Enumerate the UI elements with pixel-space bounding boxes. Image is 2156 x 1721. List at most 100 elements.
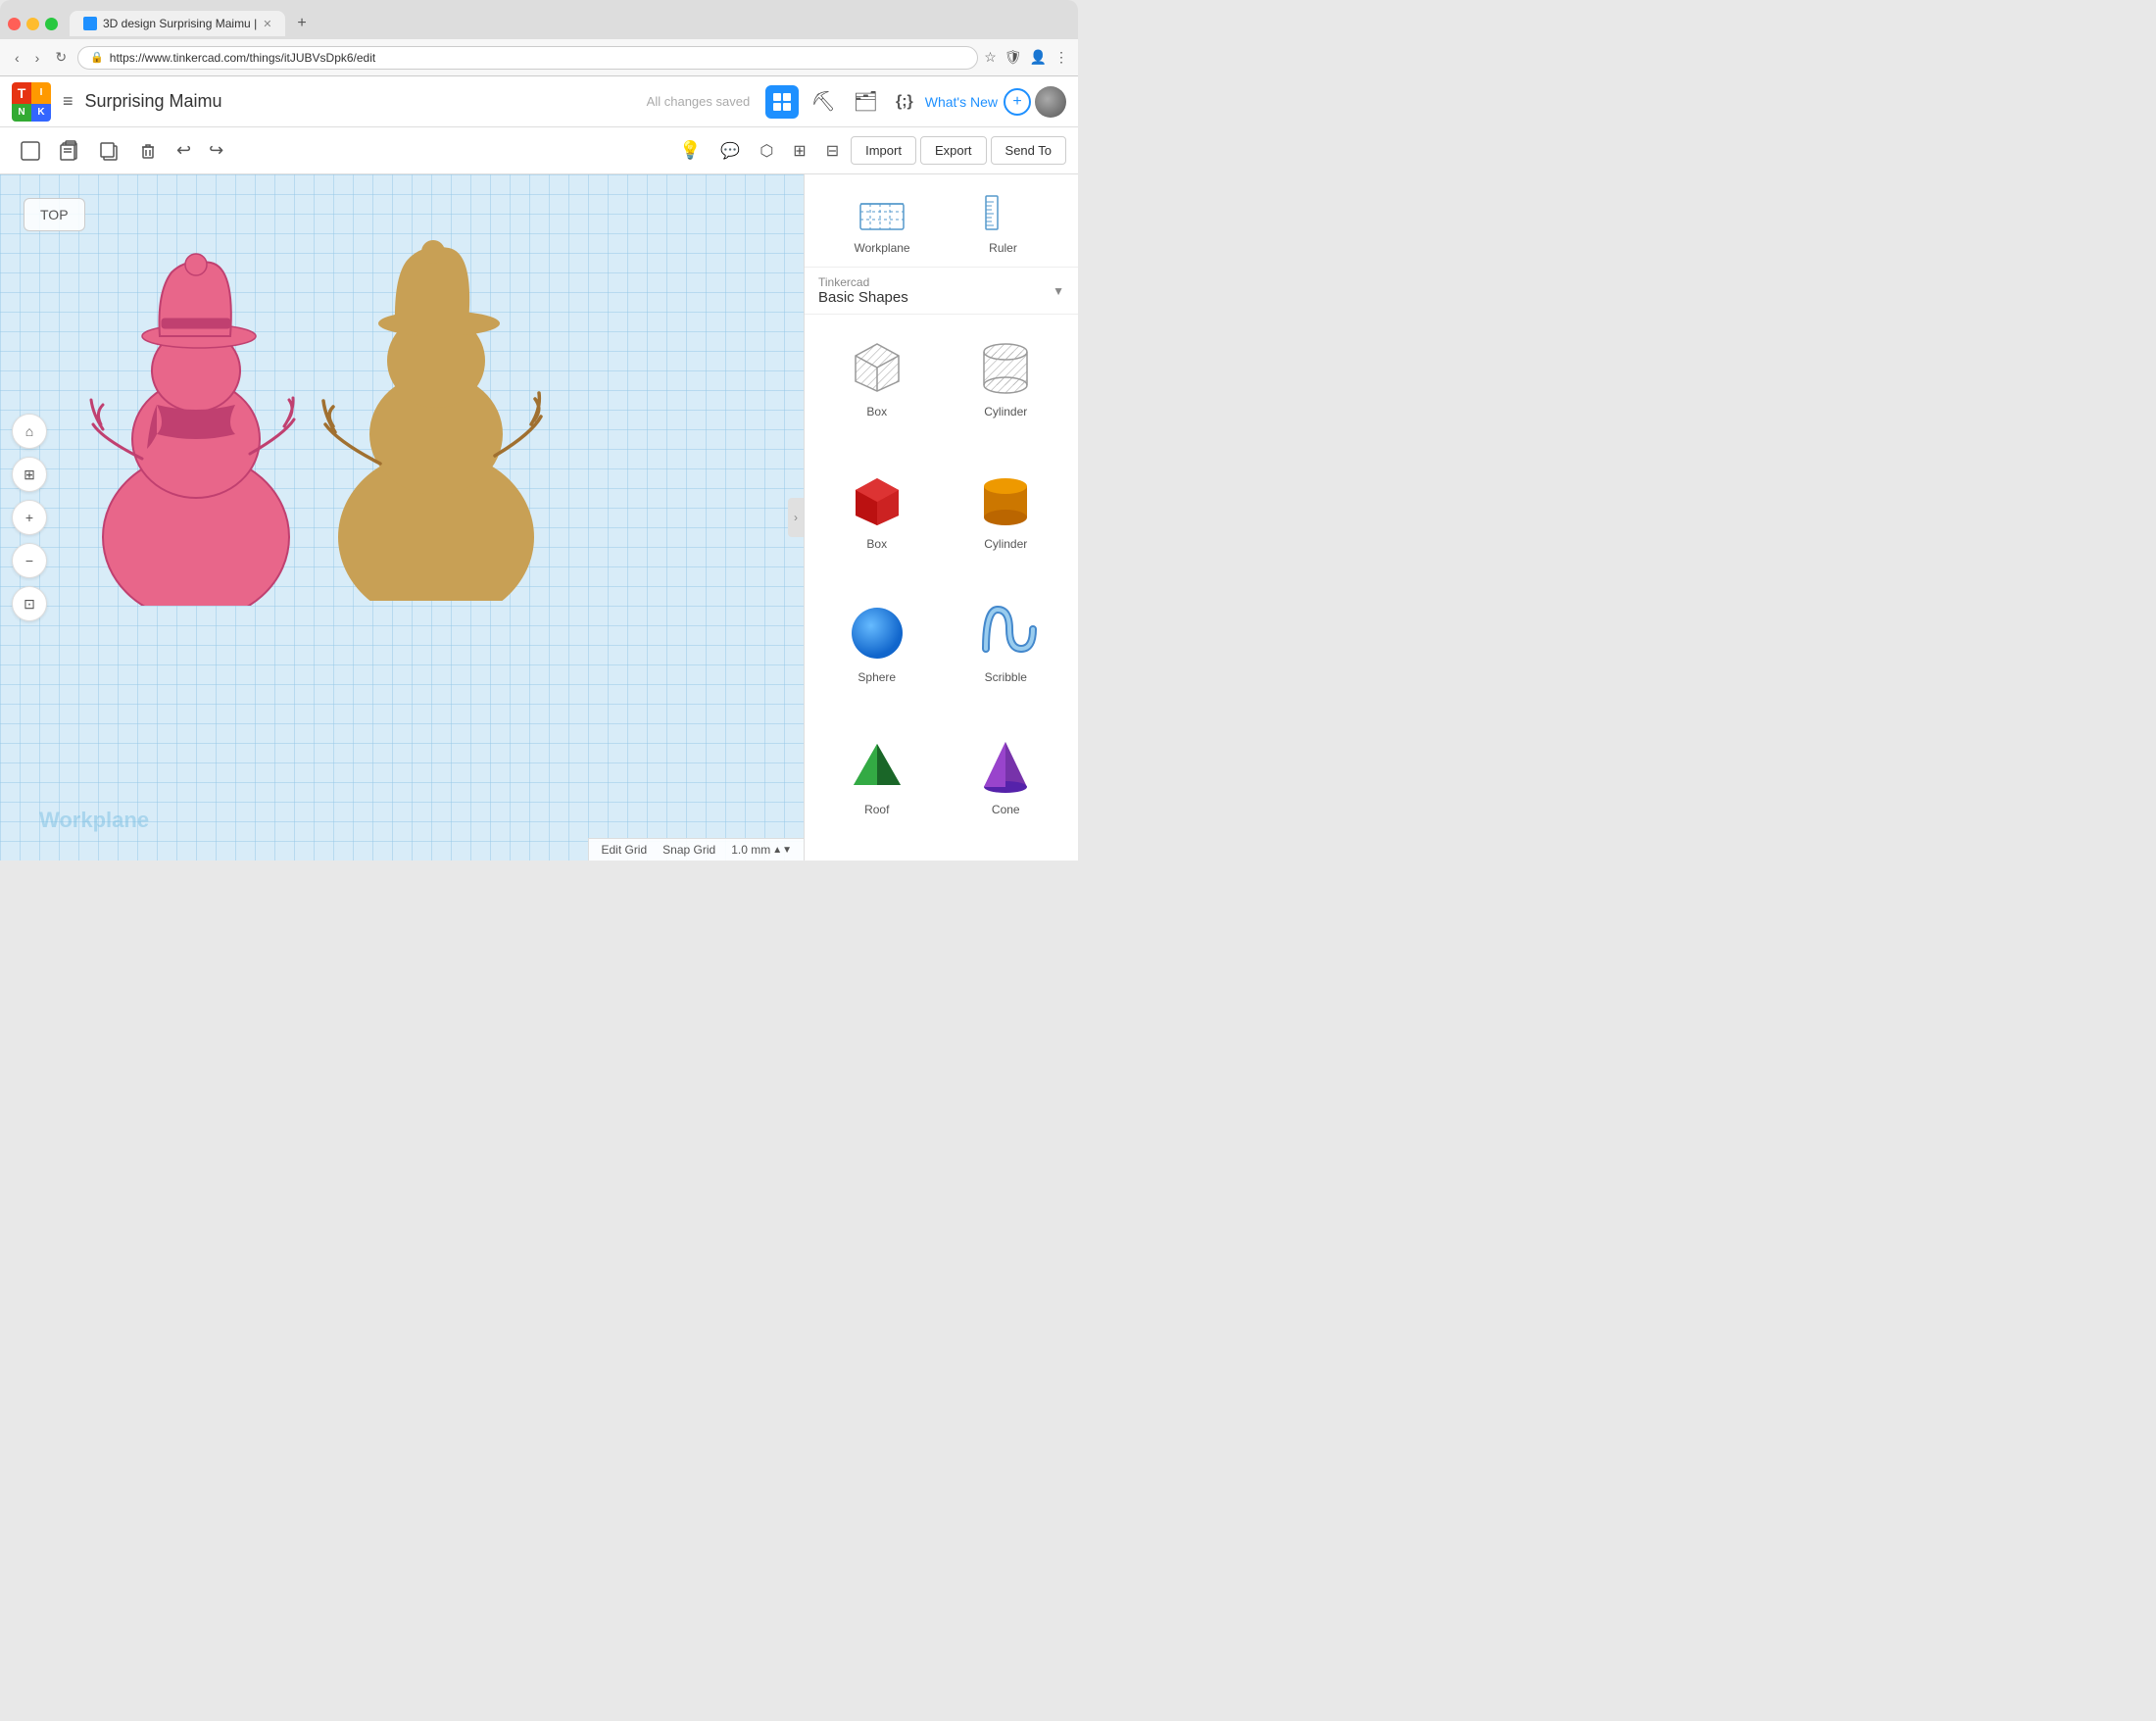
tab-title: 3D design Surprising Maimu | (103, 17, 257, 30)
shape-button[interactable]: ⬡ (752, 135, 781, 167)
shape-label-roof: Roof (864, 803, 889, 816)
zoom-out-button[interactable]: − (12, 543, 47, 578)
lock-icon: 🔒 (90, 51, 104, 64)
fullscreen-window-button[interactable] (45, 18, 58, 30)
snap-grid-value: 1.0 mm ▲▼ (731, 843, 792, 857)
menu-icon[interactable]: ⋮ (1054, 49, 1068, 66)
shape-icon-box-wire (844, 334, 910, 401)
address-bar[interactable]: 🔒 https://www.tinkercad.com/things/itJUB… (77, 46, 978, 70)
workplane-watermark: Workplane (39, 808, 149, 833)
shape-label-cylinder-orange: Cylinder (984, 537, 1027, 551)
send-to-button[interactable]: Send To (991, 136, 1066, 165)
browser-toolbar: ‹ › ↻ 🔒 https://www.tinkercad.com/things… (0, 39, 1078, 76)
snap-grid-arrows[interactable]: ▲▼ (772, 845, 792, 856)
reload-button[interactable]: ↻ (50, 47, 72, 68)
canvas-area[interactable]: TOP ⌂ ⊞ + − ⊡ (0, 174, 804, 860)
extensions-icon[interactable]: 🛡 (1004, 49, 1022, 66)
logo-t: T (12, 82, 31, 105)
save-status: All changes saved (647, 94, 751, 109)
shape-item-box-wire[interactable]: Box (816, 326, 938, 451)
delete-button[interactable] (129, 134, 167, 168)
align-button[interactable]: ⊞ (785, 135, 813, 167)
new-object-button[interactable] (12, 134, 49, 168)
snowman-gold[interactable] (314, 228, 559, 601)
ruler-tool[interactable]: Ruler (978, 186, 1029, 255)
main-area: TOP ⌂ ⊞ + − ⊡ (0, 174, 1078, 860)
shape-item-cylinder-orange[interactable]: Cylinder (946, 459, 1067, 583)
bookmark-icon[interactable]: ☆ (984, 49, 997, 66)
edit-view-button[interactable]: ⛏ (805, 83, 841, 120)
shape-label-box-wire: Box (866, 405, 887, 418)
browser-actions: ☆ 🛡 👤 ⋮ (984, 49, 1068, 66)
category-name: Basic Shapes (818, 289, 908, 306)
forward-button[interactable]: › (30, 48, 45, 68)
library-button[interactable]: 🗂 (848, 83, 884, 120)
shape-item-scribble[interactable]: Scribble (946, 592, 1067, 716)
shape-item-roof-green[interactable]: Roof (816, 724, 938, 849)
whats-new-button[interactable]: What's New (925, 94, 998, 110)
minimize-window-button[interactable] (26, 18, 39, 30)
shape-label-cone: Cone (992, 803, 1020, 816)
paste-button[interactable] (51, 134, 88, 168)
fit-view-button[interactable]: ⊞ (12, 457, 47, 492)
comment-button[interactable]: 💬 (712, 135, 748, 167)
profile-icon[interactable]: 👤 (1030, 49, 1047, 66)
browser-tabs: 3D design Surprising Maimu | ✕ + (0, 0, 1078, 39)
left-controls: ⌂ ⊞ + − ⊡ (12, 414, 47, 621)
ruler-label: Ruler (989, 241, 1017, 255)
panel-collapse-handle[interactable]: › (788, 498, 804, 537)
shape-item-cylinder-wire[interactable]: Cylinder (946, 326, 1067, 451)
grid-view-button[interactable] (765, 85, 799, 119)
tab-favicon (83, 17, 97, 30)
export-button[interactable]: Export (920, 136, 987, 165)
tinkercad-logo: T I N K (12, 82, 51, 122)
shape-item-box-red[interactable]: Box (816, 459, 938, 583)
shapes-grid: Box (805, 315, 1078, 860)
logo-i: I (31, 82, 51, 105)
import-button[interactable]: Import (851, 136, 916, 165)
ruler-icon (978, 186, 1029, 237)
close-window-button[interactable] (8, 18, 21, 30)
snap-grid-label: Snap Grid (662, 843, 715, 857)
light-button[interactable]: 💡 (671, 134, 709, 167)
user-actions: + (1004, 86, 1066, 118)
edit-grid-button[interactable]: Edit Grid (601, 843, 647, 857)
panel-category[interactable]: Tinkercad Basic Shapes ▼ (805, 268, 1078, 315)
zoom-in-button[interactable]: + (12, 500, 47, 535)
code-button[interactable]: {;} (890, 87, 919, 117)
redo-button[interactable]: ↪ (201, 134, 231, 167)
undo-button[interactable]: ↩ (169, 134, 199, 167)
logo-n: N (12, 104, 31, 122)
shape-item-sphere-blue[interactable]: Sphere (816, 592, 938, 716)
view-label: TOP (24, 198, 85, 231)
perspective-button[interactable]: ⊡ (12, 586, 47, 621)
shape-icon-cone-purple (972, 732, 1039, 799)
shape-icon-box-red (844, 467, 910, 533)
category-dropdown-icon[interactable]: ▼ (1053, 284, 1064, 298)
add-user-button[interactable]: + (1004, 88, 1031, 116)
mirror-button[interactable]: ⊟ (818, 135, 847, 167)
user-avatar[interactable] (1035, 86, 1066, 118)
toolbar: ↩ ↪ 💡 💬 ⬡ ⊞ ⊟ Import Export Send To (0, 127, 1078, 174)
shape-icon-sphere-blue (844, 600, 910, 666)
tinkercad-app: T I N K ≡ Surprising Maimu All changes s… (0, 76, 1078, 860)
app-header: T I N K ≡ Surprising Maimu All changes s… (0, 76, 1078, 127)
browser-tab-active[interactable]: 3D design Surprising Maimu | ✕ (70, 11, 285, 36)
workplane-tool[interactable]: Workplane (854, 186, 909, 255)
back-button[interactable]: ‹ (10, 48, 24, 68)
hamburger-button[interactable]: ≡ (59, 87, 77, 116)
workplane-icon (857, 186, 907, 237)
canvas-footer: Edit Grid Snap Grid 1.0 mm ▲▼ (588, 838, 804, 860)
shape-icon-scribble (972, 600, 1039, 666)
new-tab-button[interactable]: + (289, 11, 314, 36)
tab-close-button[interactable]: ✕ (263, 18, 271, 30)
shape-icon-roof-green (844, 732, 910, 799)
shape-label-scribble: Scribble (985, 670, 1027, 684)
shape-label-sphere: Sphere (858, 670, 896, 684)
shape-item-cone-purple[interactable]: Cone (946, 724, 1067, 849)
toolbar-group-view: 💡 💬 ⬡ ⊞ ⊟ (671, 134, 847, 167)
copy-button[interactable] (90, 134, 127, 168)
snowman-pink[interactable] (83, 233, 299, 606)
home-view-button[interactable]: ⌂ (12, 414, 47, 449)
right-panel: Workplane (804, 174, 1078, 860)
